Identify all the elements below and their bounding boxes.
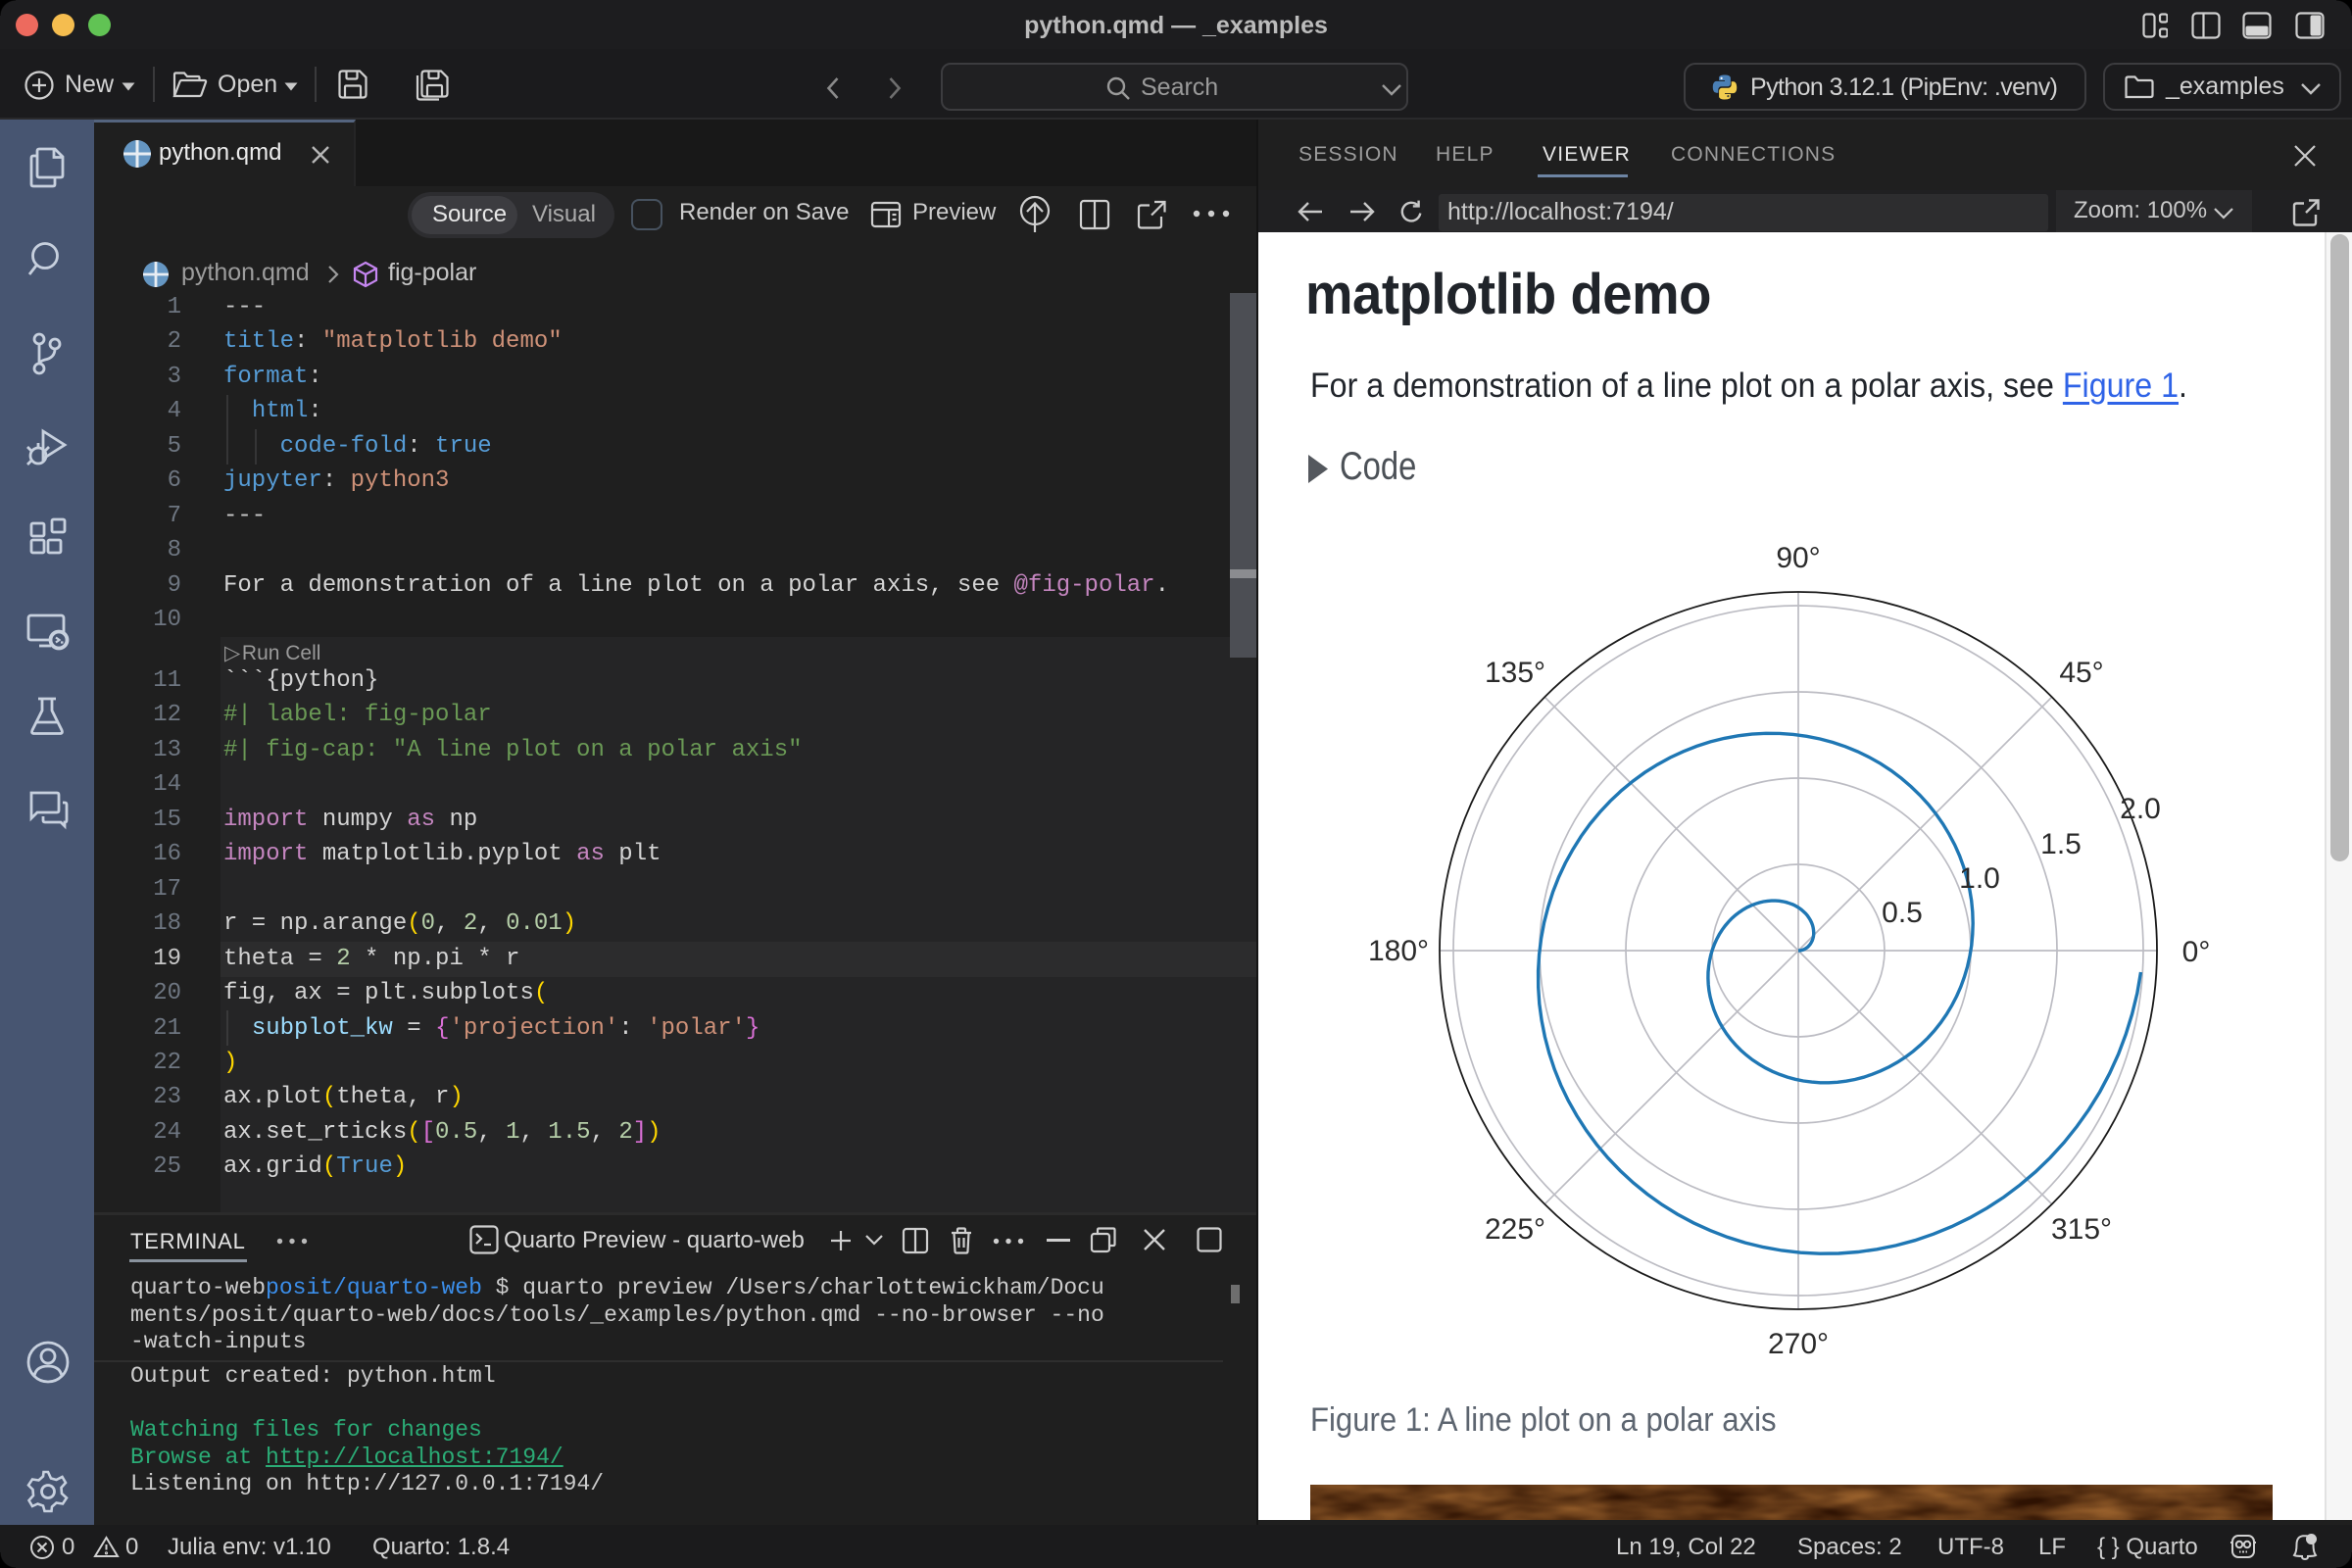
svg-text:225°: 225° (1485, 1213, 1545, 1246)
svg-text:0°: 0° (2182, 936, 2211, 968)
svg-text:45°: 45° (2059, 657, 2103, 689)
svg-text:0.5: 0.5 (1882, 897, 1923, 929)
svg-text:315°: 315° (2051, 1213, 2112, 1246)
svg-text:270°: 270° (1768, 1328, 1829, 1360)
svg-text:1.5: 1.5 (2040, 828, 2082, 860)
svg-text:90°: 90° (1776, 542, 1820, 574)
svg-text:135°: 135° (1485, 657, 1545, 689)
svg-text:180°: 180° (1368, 935, 1429, 967)
svg-text:1.0: 1.0 (1959, 862, 2000, 895)
svg-text:2.0: 2.0 (2120, 793, 2161, 825)
